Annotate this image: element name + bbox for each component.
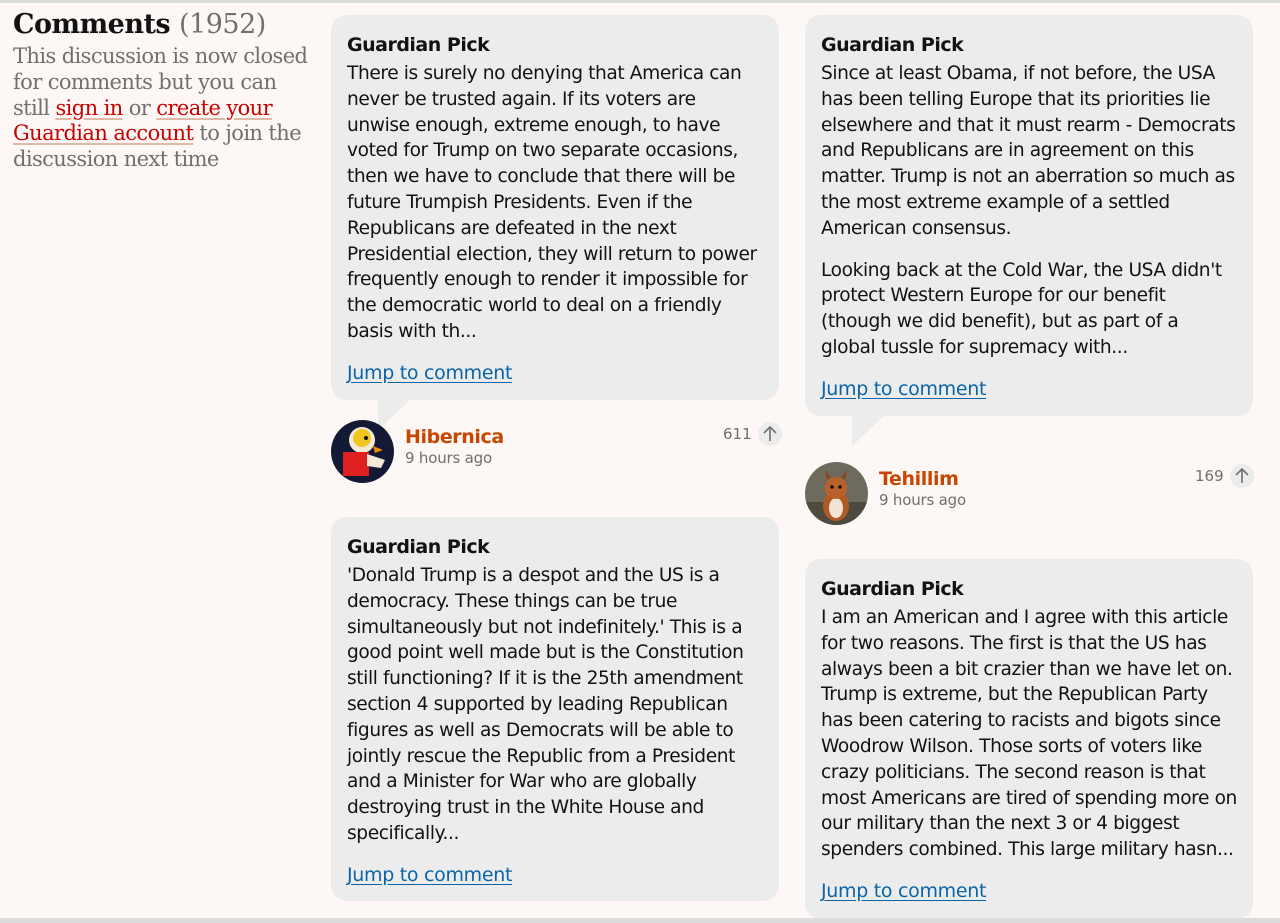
comment-paragraph: There is surely no denying that America … [347, 63, 757, 342]
top-divider [0, 0, 1280, 3]
bird-cartoon-avatar-icon[interactable] [331, 420, 394, 483]
guardian-pick-card: Guardian Pick Since at least Obama, if n… [805, 15, 1253, 446]
comment-paragraph: 'Donald Trump is a despot and the US is … [347, 565, 744, 844]
comment-paragraph: Since at least Obama, if not before, the… [821, 63, 1236, 239]
comment-body: There is surely no denying that America … [347, 61, 763, 345]
guardian-pick-card: Guardian Pick 'Donald Trump is a despot … [331, 517, 779, 901]
recommend-control: 611 [723, 422, 782, 446]
squirrel-photo-avatar-icon[interactable] [805, 462, 868, 525]
jump-to-comment-link[interactable]: Jump to comment [347, 864, 512, 886]
comments-count: (1952) [179, 9, 266, 40]
jump-to-comment-link[interactable]: Jump to comment [347, 362, 512, 384]
jump-to-comment-link[interactable]: Jump to comment [821, 880, 986, 902]
guardian-pick-card: Guardian Pick I am an American and I agr… [805, 559, 1253, 919]
author-name-link[interactable]: Hibernica [405, 426, 504, 448]
guardian-pick-label: Guardian Pick [347, 34, 490, 56]
comment-timestamp: 9 hours ago [405, 449, 492, 467]
guardian-pick-label: Guardian Pick [821, 578, 964, 600]
comment-body: Since at least Obama, if not before, the… [821, 61, 1237, 361]
arrow-up-icon[interactable] [1229, 464, 1254, 488]
author-name-link[interactable]: Tehillim [879, 468, 959, 490]
comment-paragraph: I am an American and I agree with this a… [821, 607, 1237, 861]
guardian-pick-card: Guardian Pick There is surely no denying… [331, 15, 779, 430]
recommend-count: 611 [723, 425, 752, 443]
comment-author: Hibernica 9 hours ago 611 [331, 420, 782, 486]
recommend-count: 169 [1195, 467, 1224, 485]
jump-to-comment-link[interactable]: Jump to comment [821, 378, 986, 400]
sign-in-link[interactable]: sign in [55, 96, 123, 120]
comments-title: Comments [13, 9, 171, 40]
bottom-divider [0, 918, 1280, 923]
speech-bubble-tail [852, 415, 884, 446]
discussion-closed-message: This discussion is now closed for commen… [13, 44, 308, 173]
comment-body: 'Donald Trump is a despot and the US is … [347, 563, 763, 847]
comment-body: I am an American and I agree with this a… [821, 605, 1237, 863]
recommend-control: 169 [1195, 464, 1254, 488]
comment-paragraph: Looking back at the Cold War, the USA di… [821, 259, 1222, 358]
guardian-pick-label: Guardian Pick [821, 34, 964, 56]
comment-author: Tehillim 9 hours ago 169 [805, 462, 1254, 528]
arrow-up-icon[interactable] [757, 422, 782, 446]
guardian-pick-label: Guardian Pick [347, 536, 490, 558]
comment-timestamp: 9 hours ago [879, 491, 966, 509]
comments-heading: Comments (1952) [13, 8, 313, 42]
closed-or: or [128, 95, 151, 120]
discussion-sidebar: Comments (1952) This discussion is now c… [13, 8, 313, 173]
